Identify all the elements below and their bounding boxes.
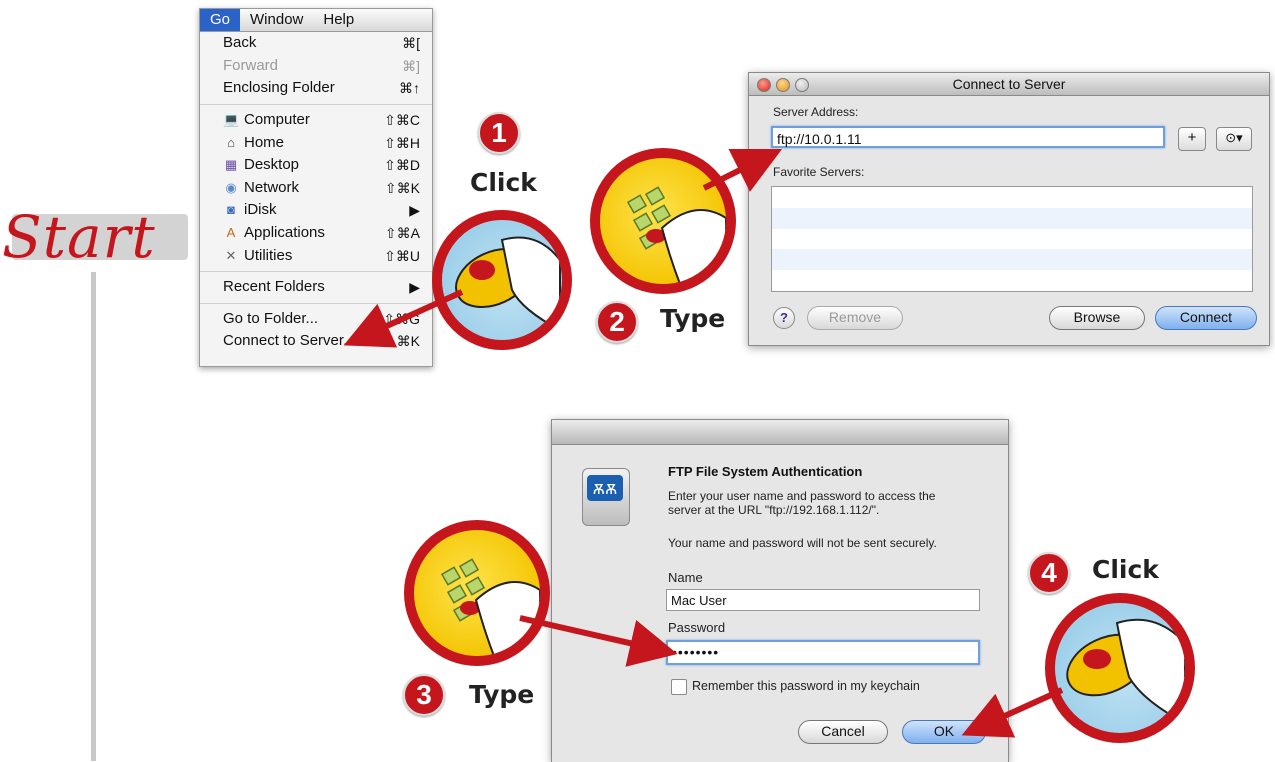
step-4-arrow (961, 687, 1064, 738)
step-1-arrow (343, 289, 464, 348)
arrows-overlay (343, 148, 1064, 738)
step-2-arrow (702, 148, 783, 192)
step-3-arrow (519, 615, 678, 667)
